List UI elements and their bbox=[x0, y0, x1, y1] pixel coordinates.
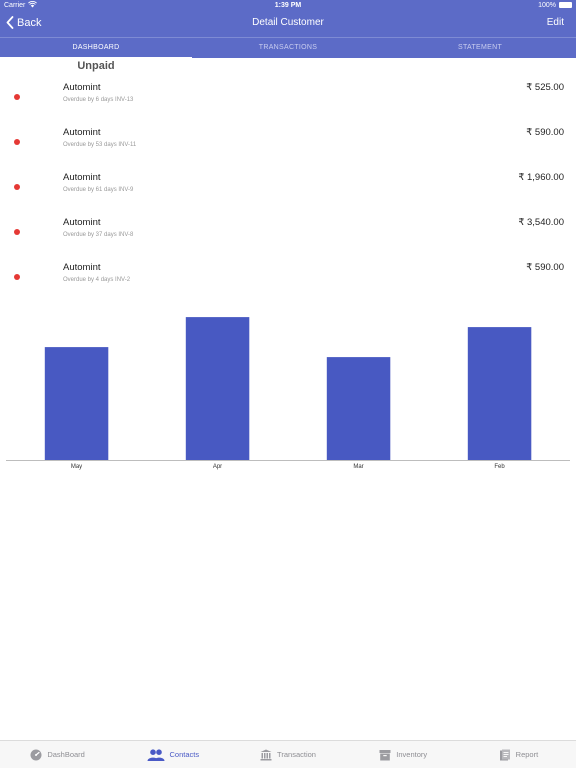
invoice-amount: ₹ 590.00 bbox=[526, 127, 564, 138]
overdue-status-dot bbox=[14, 94, 20, 100]
customer-name: Automint bbox=[63, 127, 101, 138]
chart-tick-label: May bbox=[71, 464, 82, 470]
overdue-detail: Overdue by 4 days INV-2 bbox=[63, 277, 131, 283]
status-bar: Carrier 1:39 PM 100% bbox=[0, 0, 576, 12]
invoice-row[interactable]: Automint Overdue by 4 days INV-2 ₹ 590.0… bbox=[0, 255, 576, 300]
overdue-status-dot bbox=[14, 139, 20, 145]
header: Carrier 1:39 PM 100% Back Detail Custome… bbox=[0, 0, 576, 37]
tabbar-item-inventory[interactable]: Inventory bbox=[346, 741, 461, 768]
archive-box-icon bbox=[379, 749, 391, 761]
chart-bar-feb bbox=[467, 327, 532, 460]
section-title-unpaid: Unpaid bbox=[77, 60, 115, 72]
monthly-bar-chart: May Apr Mar Feb bbox=[0, 300, 576, 480]
invoice-amount: ₹ 3,540.00 bbox=[518, 217, 564, 228]
tab-transactions[interactable]: TRANSACTIONS bbox=[192, 38, 384, 58]
chart-tick-label: Feb bbox=[494, 464, 505, 470]
overdue-detail: Overdue by 6 days INV-13 bbox=[63, 97, 134, 103]
invoice-row[interactable]: Automint Overdue by 53 days INV-11 ₹ 590… bbox=[0, 120, 576, 165]
unpaid-invoice-list: Automint Overdue by 6 days INV-13 ₹ 525.… bbox=[0, 75, 576, 300]
battery-percent: 100% bbox=[538, 2, 556, 9]
customer-name: Automint bbox=[63, 217, 101, 228]
invoice-amount: ₹ 525.00 bbox=[526, 82, 564, 93]
overdue-status-dot bbox=[14, 229, 20, 235]
overdue-detail: Overdue by 61 days INV-9 bbox=[63, 187, 134, 193]
overdue-detail: Overdue by 37 days INV-8 bbox=[63, 232, 134, 238]
tab-dashboard[interactable]: DASHBOARD bbox=[0, 38, 192, 59]
tab-statement[interactable]: STATEMENT bbox=[384, 38, 576, 58]
overdue-status-dot bbox=[14, 184, 20, 190]
tabbar-item-transaction[interactable]: Transaction bbox=[230, 741, 345, 768]
contacts-icon bbox=[147, 748, 165, 761]
chart-bar-apr bbox=[185, 317, 250, 460]
invoice-row[interactable]: Automint Overdue by 6 days INV-13 ₹ 525.… bbox=[0, 75, 576, 120]
segment-tabs: DASHBOARD TRANSACTIONS STATEMENT bbox=[0, 37, 576, 59]
edit-button[interactable]: Edit bbox=[547, 17, 564, 28]
clock: 1:39 PM bbox=[274, 2, 302, 9]
tabbar-label: DashBoard bbox=[47, 750, 85, 759]
chart-bar-may bbox=[44, 347, 109, 460]
invoice-amount: ₹ 590.00 bbox=[526, 262, 564, 273]
overdue-status-dot bbox=[14, 274, 20, 280]
overdue-detail: Overdue by 53 days INV-11 bbox=[63, 142, 137, 148]
bar-chart-svg: May Apr Mar Feb bbox=[6, 317, 570, 470]
tabbar-item-report[interactable]: Report bbox=[461, 741, 576, 768]
report-icon bbox=[499, 749, 511, 761]
tabbar-label: Contacts bbox=[169, 750, 200, 759]
chart-tick-label: Apr bbox=[213, 464, 222, 470]
chart-tick-label: Mar bbox=[353, 464, 363, 470]
dashboard-icon bbox=[30, 749, 42, 761]
tabbar-label: Report bbox=[515, 750, 539, 759]
bank-icon bbox=[260, 749, 272, 761]
bottom-tab-bar: DashBoard Contacts Transaction Inventory… bbox=[0, 740, 576, 768]
invoice-row[interactable]: Automint Overdue by 61 days INV-9 ₹ 1,96… bbox=[0, 165, 576, 210]
customer-name: Automint bbox=[63, 262, 101, 273]
tabbar-item-dashboard[interactable]: DashBoard bbox=[0, 741, 115, 768]
invoice-row[interactable]: Automint Overdue by 37 days INV-8 ₹ 3,54… bbox=[0, 210, 576, 255]
page-title: Detail Customer bbox=[252, 17, 324, 28]
tabbar-label: Transaction bbox=[277, 750, 316, 759]
tabbar-item-contacts[interactable]: Contacts bbox=[115, 741, 230, 768]
customer-name: Automint bbox=[63, 172, 101, 183]
battery-icon bbox=[559, 2, 572, 8]
navigation-bar: Back Detail Customer Edit bbox=[0, 12, 576, 37]
tabbar-label: Inventory bbox=[396, 750, 428, 759]
invoice-amount: ₹ 1,960.00 bbox=[518, 172, 564, 183]
customer-name: Automint bbox=[63, 82, 101, 93]
chart-bar-mar bbox=[326, 357, 391, 460]
